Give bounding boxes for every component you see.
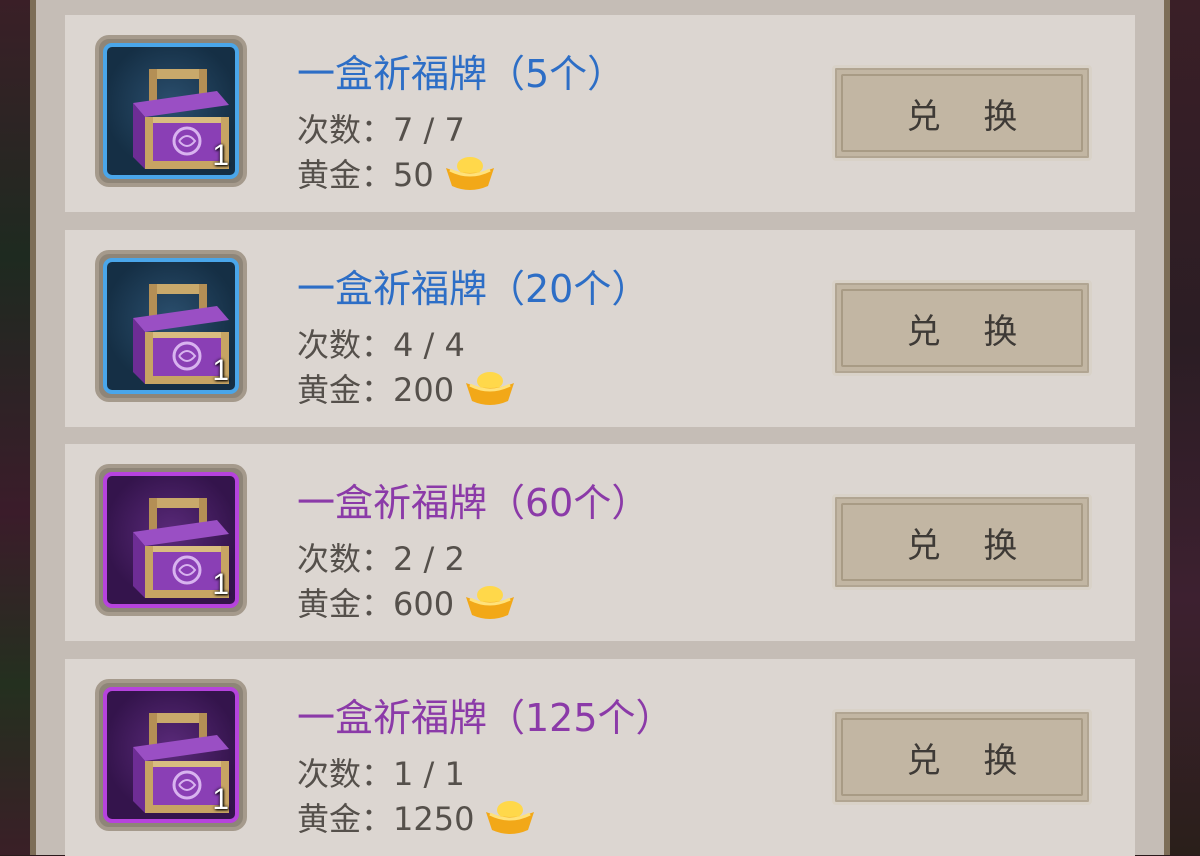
item-title: 一盒祈福牌（5个）	[297, 52, 626, 96]
item-slot[interactable]: 1	[95, 35, 247, 187]
item-title: 一盒祈福牌（125个）	[297, 696, 674, 740]
item-title: 一盒祈福牌（60个）	[297, 481, 650, 525]
item-slot[interactable]: 1	[95, 250, 247, 402]
item-quantity: 1	[212, 139, 229, 172]
item-title: 一盒祈福牌（20个）	[297, 267, 650, 311]
gold-cost: 黄金：50	[297, 150, 496, 196]
exchange-button[interactable]: 兑 换	[832, 494, 1092, 590]
gold-ingot-icon	[445, 157, 494, 190]
exchange-count: 次数：2 / 2	[297, 540, 465, 578]
exchange-count: 次数：1 / 1	[297, 755, 465, 793]
gold-cost-text: 黄金：200	[297, 371, 455, 409]
gold-ingot-icon	[486, 801, 535, 834]
gold-cost-text: 黄金：1250	[297, 800, 475, 838]
gold-ingot-icon	[466, 586, 515, 619]
list-item: 1 一盒祈福牌（60个） 次数：2 / 2 黄金：600 兑 换	[65, 444, 1135, 641]
list-item: 1 一盒祈福牌（20个） 次数：4 / 4 黄金：200 兑 换	[65, 230, 1135, 427]
gold-ingot-icon	[466, 372, 515, 405]
exchange-button-label: 兑 换	[906, 96, 1034, 137]
exchange-list[interactable]: 1 一盒祈福牌（5个） 次数：7 / 7 黄金：50 兑 换 1 一盒祈福牌（2…	[36, 0, 1164, 856]
exchange-button[interactable]: 兑 换	[832, 709, 1092, 805]
gold-cost-text: 黄金：50	[297, 156, 434, 194]
exchange-count: 次数：4 / 4	[297, 326, 465, 364]
list-item: 1 一盒祈福牌（5个） 次数：7 / 7 黄金：50 兑 换	[65, 15, 1135, 212]
exchange-button[interactable]: 兑 换	[832, 65, 1092, 161]
gold-cost: 黄金：1250	[297, 794, 536, 840]
item-quantity: 1	[212, 783, 229, 816]
exchange-count: 次数：7 / 7	[297, 111, 465, 149]
item-quantity: 1	[212, 354, 229, 387]
list-item: 1 一盒祈福牌（125个） 次数：1 / 1 黄金：1250 兑 换	[65, 659, 1135, 856]
exchange-button-label: 兑 换	[906, 525, 1034, 566]
exchange-button-label: 兑 换	[906, 311, 1034, 352]
item-quantity: 1	[212, 568, 229, 601]
background-right	[1170, 0, 1200, 855]
item-slot[interactable]: 1	[95, 464, 247, 616]
exchange-button[interactable]: 兑 换	[832, 280, 1092, 376]
gold-cost: 黄金：600	[297, 579, 516, 625]
gold-cost: 黄金：200	[297, 365, 516, 411]
gold-cost-text: 黄金：600	[297, 585, 455, 623]
item-slot[interactable]: 1	[95, 679, 247, 831]
exchange-button-label: 兑 换	[906, 740, 1034, 781]
background-left	[0, 0, 30, 855]
